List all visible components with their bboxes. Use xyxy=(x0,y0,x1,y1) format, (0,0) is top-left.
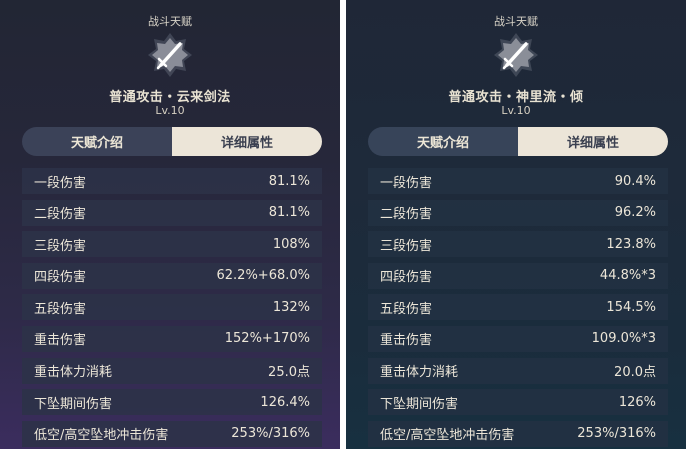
talent-panel-left: 战斗天赋 普通攻击・云来剑法 Lv.10 天赋介绍 详细属性 一段伤害 81.1%… xyxy=(0,0,340,449)
talent-level: Lv.10 xyxy=(501,104,531,117)
attribute-label: 下坠期间伤害 xyxy=(380,396,459,412)
talent-name: 普通攻击・云来剑法 xyxy=(109,90,231,105)
attribute-label: 三段伤害 xyxy=(34,238,87,254)
attribute-value: 108% xyxy=(272,236,310,252)
attribute-row: 重击体力消耗 25.0点 xyxy=(22,357,322,384)
attribute-value: 62.2%+68.0% xyxy=(216,268,311,284)
attribute-value: 81.1% xyxy=(268,205,310,221)
attribute-label: 五段伤害 xyxy=(34,301,87,317)
attribute-value: 253%/316% xyxy=(231,426,310,442)
attribute-value: 126% xyxy=(618,394,656,410)
attribute-row: 三段伤害 108% xyxy=(22,231,322,258)
attribute-label: 重击体力消耗 xyxy=(380,365,459,381)
attribute-row: 五段伤害 154.5% xyxy=(368,294,668,321)
attribute-label: 下坠期间伤害 xyxy=(34,396,113,412)
attribute-value: 132% xyxy=(272,299,310,315)
attribute-list: 一段伤害 81.1% 二段伤害 81.1% 三段伤害 108% 四段伤害 62.2%+6… xyxy=(22,168,322,449)
attribute-row: 重击体力消耗 20.0点 xyxy=(368,357,668,384)
attribute-value: 81.1% xyxy=(268,173,310,189)
attribute-value: 90.4% xyxy=(614,173,656,189)
attribute-row: 低空/高空坠地冲击伤害 253%/316% xyxy=(368,420,668,447)
attribute-value: 253%/316% xyxy=(577,426,656,442)
attribute-row: 低空/高空坠地冲击伤害 253%/316% xyxy=(22,420,322,447)
attribute-row: 下坠期间伤害 126.4% xyxy=(22,389,322,416)
tab-detailed-attributes[interactable]: 详细属性 xyxy=(518,127,668,156)
attribute-row: 一段伤害 81.1% xyxy=(22,168,322,194)
attribute-label: 四段伤害 xyxy=(380,270,433,286)
talent-category: 战斗天赋 xyxy=(148,15,192,28)
attribute-row: 二段伤害 81.1% xyxy=(22,199,322,226)
attribute-label: 重击体力消耗 xyxy=(34,365,113,381)
attribute-value: 123.8% xyxy=(606,236,656,252)
attribute-label: 五段伤害 xyxy=(380,301,433,317)
tab-talent-intro[interactable]: 天赋介绍 xyxy=(22,127,172,156)
tab-talent-intro[interactable]: 天赋介绍 xyxy=(368,127,518,156)
attribute-row: 一段伤害 90.4% xyxy=(368,168,668,194)
attribute-label: 低空/高空坠地冲击伤害 xyxy=(380,428,515,444)
attribute-label: 二段伤害 xyxy=(34,207,87,223)
attribute-value: 96.2% xyxy=(614,205,656,221)
attribute-row: 三段伤害 123.8% xyxy=(368,231,668,258)
attribute-value: 152%+170% xyxy=(224,331,310,347)
attribute-row: 五段伤害 132% xyxy=(22,294,322,321)
attribute-label: 一段伤害 xyxy=(380,175,433,191)
attribute-label: 一段伤害 xyxy=(34,175,87,191)
attribute-label: 重击伤害 xyxy=(34,333,87,349)
attribute-value: 126.4% xyxy=(260,394,310,410)
sword-talent-icon xyxy=(148,33,192,77)
attribute-row: 重击伤害 109.0%*3 xyxy=(368,325,668,352)
attribute-row: 重击伤害 152%+170% xyxy=(22,325,322,352)
attribute-value: 44.8%*3 xyxy=(599,268,656,284)
attribute-row: 下坠期间伤害 126% xyxy=(368,389,668,416)
attribute-label: 二段伤害 xyxy=(380,207,433,223)
talent-level: Lv.10 xyxy=(155,104,185,117)
tab-bar: 天赋介绍 详细属性 xyxy=(22,127,322,156)
attribute-label: 低空/高空坠地冲击伤害 xyxy=(34,428,169,444)
tab-detailed-attributes[interactable]: 详细属性 xyxy=(172,127,322,156)
attribute-row: 四段伤害 44.8%*3 xyxy=(368,262,668,289)
tab-bar: 天赋介绍 详细属性 xyxy=(368,127,668,156)
attribute-value: 25.0点 xyxy=(268,365,310,381)
sword-talent-icon xyxy=(494,33,538,77)
attribute-label: 重击伤害 xyxy=(380,333,433,349)
attribute-row: 二段伤害 96.2% xyxy=(368,199,668,226)
talent-category: 战斗天赋 xyxy=(494,15,538,28)
attribute-value: 20.0点 xyxy=(614,365,656,381)
attribute-row: 四段伤害 62.2%+68.0% xyxy=(22,262,322,289)
talent-panel-right: 战斗天赋 普通攻击・神里流・倾 Lv.10 天赋介绍 详细属性 一段伤害 90.4… xyxy=(346,0,686,449)
attribute-list: 一段伤害 90.4% 二段伤害 96.2% 三段伤害 123.8% 四段伤害 44.8%… xyxy=(368,168,668,449)
talent-name: 普通攻击・神里流・倾 xyxy=(448,90,584,105)
attribute-label: 三段伤害 xyxy=(380,238,433,254)
attribute-label: 四段伤害 xyxy=(34,270,87,286)
attribute-value: 154.5% xyxy=(606,299,656,315)
attribute-value: 109.0%*3 xyxy=(591,331,656,347)
